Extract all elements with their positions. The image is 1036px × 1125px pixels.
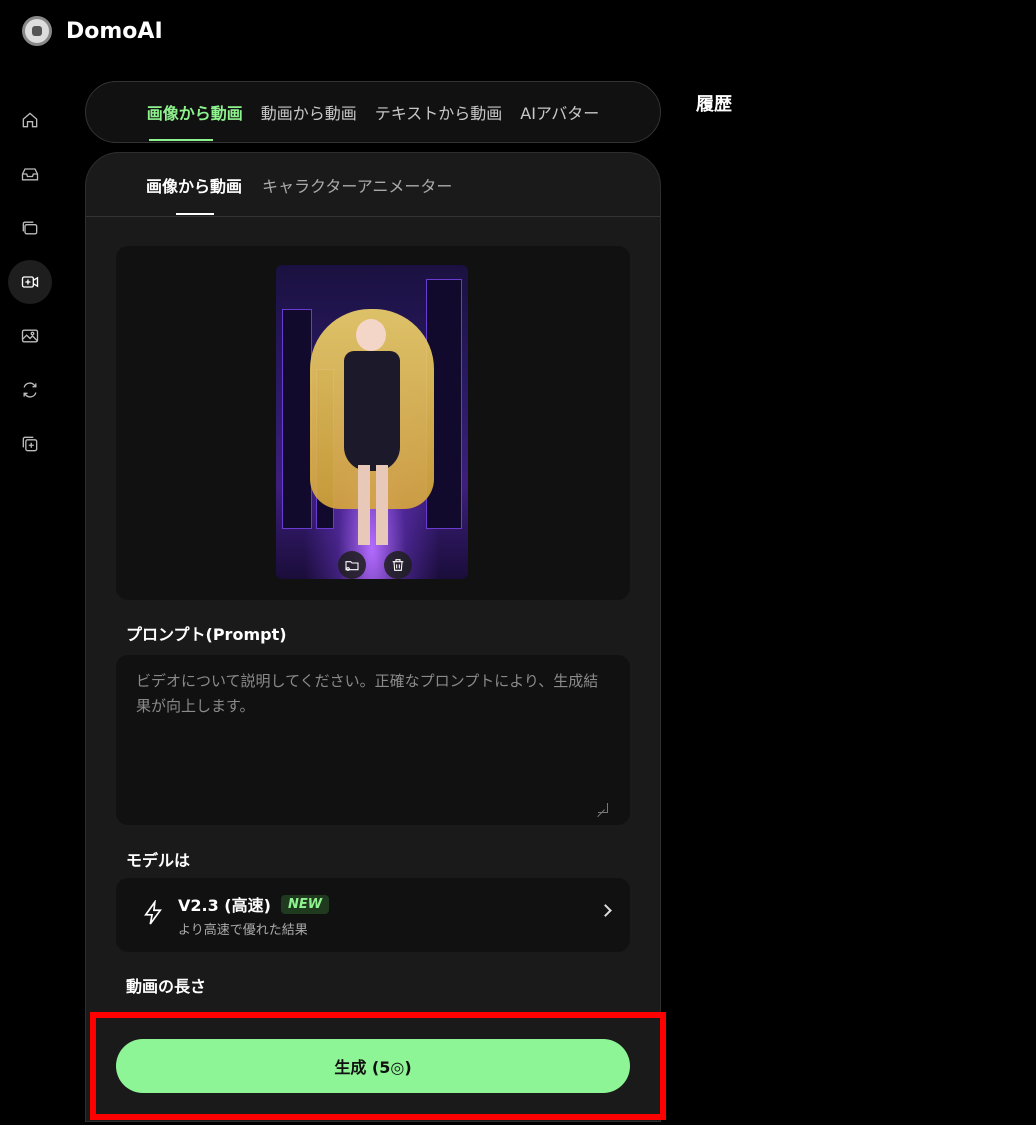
preview-actions bbox=[338, 551, 412, 579]
new-badge: NEW bbox=[280, 894, 330, 914]
subtab-image-to-video[interactable]: 画像から動画 bbox=[146, 153, 242, 217]
preview-figure bbox=[344, 351, 400, 471]
model-label: モデルは bbox=[126, 851, 191, 870]
home-icon bbox=[22, 112, 38, 128]
delete-image-button[interactable] bbox=[384, 551, 412, 579]
tab-image-to-video[interactable]: 画像から動画 bbox=[147, 81, 243, 143]
model-selector[interactable]: V2.3 (高速) NEW より高速で優れた結果 bbox=[116, 878, 630, 952]
app-logo[interactable]: DomoAI bbox=[22, 16, 163, 46]
subtab-character-animator[interactable]: キャラクターアニメーター bbox=[262, 153, 452, 217]
prompt-input[interactable] bbox=[136, 669, 610, 811]
video-add-icon bbox=[21, 276, 39, 288]
nav-gallery[interactable] bbox=[8, 206, 52, 250]
nav-home[interactable] bbox=[8, 98, 52, 142]
app-title: DomoAI bbox=[66, 18, 163, 44]
nav-convert[interactable] bbox=[8, 368, 52, 412]
mode-tabs: 画像から動画 動画から動画 テキストから動画 AIアバター bbox=[85, 81, 661, 143]
history-link[interactable]: 履歴 bbox=[696, 90, 732, 116]
bolt-icon bbox=[142, 898, 164, 930]
chevron-right-icon bbox=[599, 904, 612, 917]
preview-figure bbox=[356, 319, 386, 351]
preview-figure bbox=[358, 465, 388, 545]
inbox-icon bbox=[21, 168, 39, 181]
prompt-container bbox=[116, 655, 630, 825]
tab-text-to-video[interactable]: テキストから動画 bbox=[375, 81, 503, 143]
change-image-button[interactable] bbox=[338, 551, 366, 579]
tab-video-to-video[interactable]: 動画から動画 bbox=[261, 81, 357, 143]
add-layer-icon bbox=[22, 436, 38, 452]
side-nav bbox=[8, 98, 52, 466]
nav-image[interactable] bbox=[8, 314, 52, 358]
nav-add[interactable] bbox=[8, 422, 52, 466]
model-name: V2.3 (高速) bbox=[178, 896, 271, 915]
trash-icon bbox=[392, 559, 404, 571]
tab-ai-avatar[interactable]: AIアバター bbox=[520, 81, 599, 143]
uploaded-image-preview bbox=[276, 265, 468, 579]
logo-icon bbox=[22, 16, 52, 46]
model-description: より高速で優れた結果 bbox=[178, 923, 308, 938]
resize-handle[interactable] bbox=[598, 803, 608, 813]
generate-button[interactable]: 生成 (5◎) bbox=[116, 1039, 630, 1093]
image-upload-area[interactable] bbox=[116, 246, 630, 600]
image-icon bbox=[21, 329, 39, 343]
gallery-icon bbox=[22, 221, 38, 235]
sub-tabs: 画像から動画 キャラクターアニメーター bbox=[86, 153, 660, 217]
model-info: V2.3 (高速) NEW より高速で優れた結果 bbox=[178, 892, 330, 938]
generation-panel: 画像から動画 キャラクターアニメーター プロンプト(Prompt) ビデオについ… bbox=[85, 152, 661, 1122]
nav-video[interactable] bbox=[8, 260, 52, 304]
folder-icon bbox=[345, 561, 359, 571]
prompt-label: プロンプト(Prompt) bbox=[126, 625, 287, 644]
convert-icon bbox=[23, 382, 37, 398]
nav-inbox[interactable] bbox=[8, 152, 52, 196]
preview-scenery bbox=[282, 309, 312, 529]
duration-label: 動画の長さ bbox=[126, 977, 207, 996]
